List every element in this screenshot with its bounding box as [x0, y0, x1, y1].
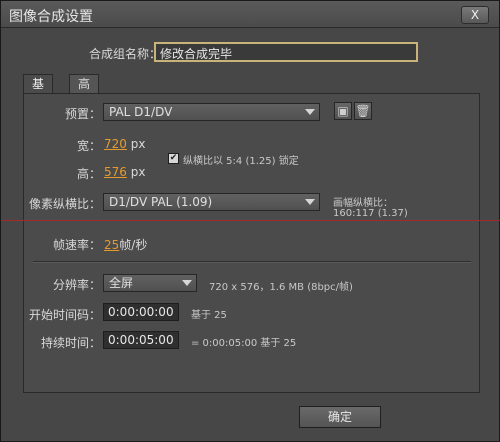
preset-dropdown[interactable]: PAL D1/DV: [103, 103, 320, 121]
window-title: 图像合成设置: [9, 9, 93, 25]
duration-input[interactable]: 0:00:05:00: [103, 331, 179, 349]
width-value[interactable]: 720 px: [104, 137, 145, 151]
pixel-aspect-label: 像素纵横比：: [28, 197, 101, 211]
lock-ratio-checkbox[interactable]: ✔: [168, 153, 179, 164]
pixel-aspect-value: D1/DV PAL (1.09): [109, 195, 213, 209]
frame-aspect-label: 画幅纵横比：: [333, 198, 393, 209]
preset-value: PAL D1/DV: [109, 105, 173, 119]
resolution-value: 全屏: [109, 276, 134, 290]
title-bar: 图像合成设置 X: [1, 1, 499, 28]
chevron-down-icon: [182, 280, 192, 286]
preset-label: 预置：: [64, 107, 101, 121]
trash-icon[interactable]: 🗑: [354, 102, 372, 120]
save-preset-icon[interactable]: ▣: [334, 102, 352, 120]
section-divider: [33, 261, 471, 263]
start-timecode-input[interactable]: 0:00:00:00: [103, 303, 179, 321]
resolution-label: 分辨率：: [52, 278, 101, 292]
chevron-down-icon: [305, 199, 315, 205]
frame-rate-value[interactable]: 25帧/秒: [104, 236, 147, 253]
duration-info: = 0:00:05:00 基于 25: [191, 338, 297, 349]
pixel-aspect-dropdown[interactable]: D1/DV PAL (1.09): [103, 193, 320, 211]
width-label: 宽：: [76, 139, 101, 153]
composition-settings-dialog: 图像合成设置 X 合成组名称： 修改合成完毕 基本 高级 预置： PAL D1/…: [0, 0, 500, 442]
divider-red: [1, 220, 500, 221]
frame-aspect-value: 160:117 (1.37): [333, 208, 408, 219]
duration-label: 持续时间：: [40, 336, 101, 350]
chevron-down-icon: [305, 109, 315, 115]
resolution-info: 720 x 576，1.6 MB (8bpc/帧): [209, 282, 353, 293]
start-timecode-label: 开始时间码：: [28, 308, 101, 322]
start-timecode-base: 基于 25: [191, 310, 227, 321]
frame-rate-label: 帧速率：: [52, 238, 101, 252]
composition-name-label: 合成组名称：: [88, 47, 161, 61]
close-button[interactable]: X: [461, 6, 489, 24]
resolution-dropdown[interactable]: 全屏: [103, 274, 197, 292]
tab-basic[interactable]: 基本: [23, 74, 54, 110]
height-value[interactable]: 576 px: [104, 165, 145, 179]
tab-advanced[interactable]: 高级: [69, 74, 100, 110]
ok-button[interactable]: 确定: [299, 406, 381, 428]
composition-name-input[interactable]: 修改合成完毕: [154, 42, 418, 62]
lock-ratio-label: 纵横比以 5:4 (1.25) 锁定: [183, 156, 299, 167]
height-label: 高：: [76, 167, 101, 181]
